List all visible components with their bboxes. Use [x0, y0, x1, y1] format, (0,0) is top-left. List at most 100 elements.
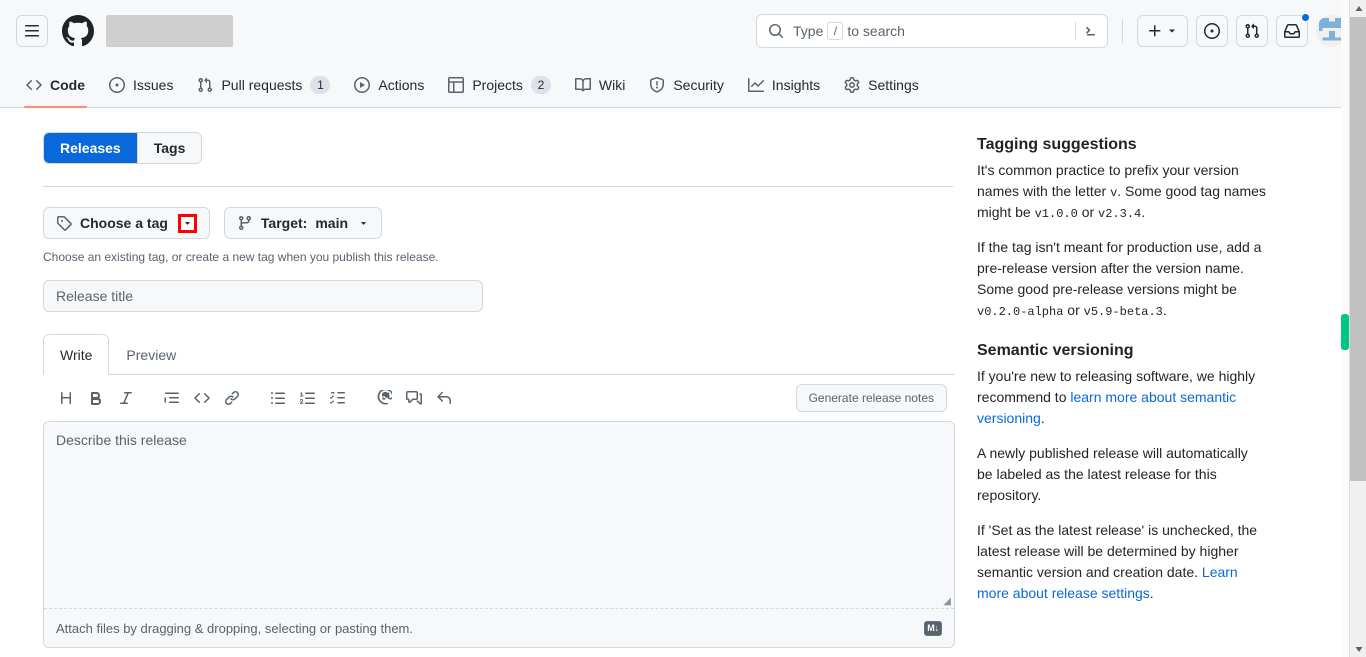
toolbar-group-text	[51, 384, 141, 412]
toolbar-group-extras	[369, 384, 459, 412]
attach-files-text: Attach files by dragging & dropping, sel…	[56, 620, 413, 636]
repository-name-redacted	[106, 14, 233, 47]
tab-preview[interactable]: Preview	[109, 334, 193, 375]
global-header: Type / to search	[0, 0, 1366, 62]
text-fragment: .	[1141, 204, 1146, 220]
unordered-list-icon[interactable]	[264, 384, 292, 412]
releases-tags-segmented-control: Releases Tags	[43, 132, 203, 164]
issue-opened-icon	[1204, 22, 1220, 39]
heading-icon[interactable]	[52, 384, 80, 412]
plus-icon	[1149, 24, 1161, 36]
global-nav-menu-button[interactable]	[16, 14, 48, 47]
nav-item-pull-requests[interactable]: Pull requests 1	[187, 62, 340, 107]
nav-item-insights[interactable]: Insights	[738, 62, 830, 107]
book-icon	[574, 77, 591, 93]
hamburger-icon	[25, 24, 39, 36]
nav-item-actions[interactable]: Actions	[344, 62, 434, 107]
scrollbar-thumb[interactable]	[1350, 17, 1366, 481]
search-icon	[768, 23, 784, 39]
nav-item-wiki[interactable]: Wiki	[565, 62, 635, 107]
nav-item-code[interactable]: Code	[16, 62, 95, 108]
repository-navigation: Code Issues Pull requests 1 Actions Proj…	[0, 62, 1366, 108]
semver-paragraph-2: A newly published release will automatic…	[977, 445, 1248, 503]
terminal-icon	[1086, 26, 1095, 35]
inline-code: v2.3.4	[1098, 207, 1142, 221]
nav-counter: 2	[530, 75, 551, 94]
scroll-down-arrow-icon[interactable]	[1350, 640, 1366, 657]
nav-item-issues[interactable]: Issues	[99, 62, 183, 107]
vertical-scrollbar[interactable]	[1349, 0, 1366, 657]
choose-a-tag-chevron-highlight[interactable]	[177, 213, 197, 233]
shield-icon	[649, 76, 665, 93]
tag-and-target-row: Choose a tag Target: main	[43, 207, 953, 239]
git-branch-icon	[237, 215, 253, 231]
create-new-button[interactable]	[1137, 14, 1188, 47]
tab-tags[interactable]: Tags	[137, 133, 202, 163]
table-icon	[448, 76, 465, 93]
divider	[43, 186, 953, 187]
issue-opened-icon	[109, 76, 125, 93]
release-sidebar: Tagging suggestions It's common practice…	[977, 132, 1323, 648]
saved-reply-icon[interactable]	[430, 384, 458, 412]
tag-icon	[56, 215, 72, 231]
tagging-suggestions-paragraph-1: It's common practice to prefix your vers…	[977, 160, 1267, 223]
markdown-badge-icon[interactable]: M↓	[924, 620, 942, 636]
text-fragment: .	[1162, 302, 1167, 318]
inline-code: v5.9-beta.3	[1083, 305, 1163, 319]
tab-write[interactable]: Write	[43, 334, 110, 375]
cross-reference-icon[interactable]	[400, 384, 428, 412]
issues-button[interactable]	[1196, 14, 1228, 47]
search-placeholder: Type / to search	[793, 21, 905, 40]
inline-code: v1.0.0	[1034, 207, 1078, 221]
scroll-up-arrow-icon[interactable]	[1350, 0, 1366, 17]
graph-icon	[747, 77, 764, 93]
target-branch-button[interactable]: Target: main	[223, 207, 383, 239]
search-slash-key: /	[827, 21, 844, 40]
nav-item-settings[interactable]: Settings	[834, 62, 929, 107]
choose-a-tag-button[interactable]: Choose a tag	[43, 207, 210, 239]
task-list-icon[interactable]	[324, 384, 352, 412]
nav-item-security[interactable]: Security	[639, 62, 734, 107]
inline-code: v0.2.0-alpha	[977, 305, 1064, 319]
notification-indicator-dot	[1301, 12, 1310, 22]
quote-icon[interactable]	[158, 384, 186, 412]
nav-item-projects[interactable]: Projects 2	[438, 62, 561, 107]
choose-a-tag-label: Choose a tag	[80, 215, 168, 231]
notifications-inbox-button[interactable]	[1276, 12, 1310, 47]
toolbar-right: Generate release notes	[795, 384, 947, 412]
git-pull-request-icon	[1245, 23, 1260, 38]
release-description-textarea[interactable]	[44, 422, 954, 609]
text-fragment: .	[1040, 410, 1045, 426]
nav-label: Issues	[133, 76, 174, 93]
github-mark-icon	[62, 14, 94, 46]
github-logo[interactable]	[62, 14, 94, 47]
release-title-input[interactable]	[43, 280, 483, 312]
ordered-list-icon[interactable]	[294, 384, 322, 412]
generate-release-notes-button[interactable]: Generate release notes	[795, 384, 947, 412]
command-palette-trigger[interactable]	[1075, 21, 1099, 40]
target-prefix-label: Target:	[260, 215, 308, 231]
italic-icon[interactable]	[112, 384, 140, 412]
release-description-editor: Write Preview Generate release notes Des…	[43, 334, 955, 648]
tab-releases[interactable]: Releases	[44, 133, 138, 163]
link-icon[interactable]	[218, 384, 246, 412]
find-in-page-marker	[1341, 314, 1349, 350]
content-wrapper: Releases Tags Choose a tag Target: main …	[43, 108, 1323, 648]
text-fragment: or	[1077, 204, 1099, 220]
semver-paragraph-3: If 'Set as the latest release' is unchec…	[977, 520, 1267, 604]
nav-counter: 1	[310, 75, 331, 94]
search-placeholder-prefix: Type	[793, 22, 824, 39]
search-input[interactable]: Type / to search	[756, 13, 1108, 48]
tag-help-text: Choose an existing tag, or create a new …	[43, 250, 439, 264]
text-fragment: If the tag isn't meant for production us…	[977, 239, 1262, 297]
pull-requests-button[interactable]	[1236, 14, 1268, 47]
code-icon[interactable]	[188, 384, 216, 412]
attach-files-bar[interactable]: Attach files by dragging & dropping, sel…	[44, 609, 954, 647]
bold-icon[interactable]	[82, 384, 110, 412]
search-placeholder-suffix: to search	[847, 22, 905, 39]
toolbar-group-block	[157, 384, 247, 412]
play-icon	[354, 76, 371, 93]
mention-icon[interactable]	[370, 384, 398, 412]
git-pull-request-icon	[197, 77, 213, 93]
header-actions: Type / to search	[756, 12, 1348, 48]
